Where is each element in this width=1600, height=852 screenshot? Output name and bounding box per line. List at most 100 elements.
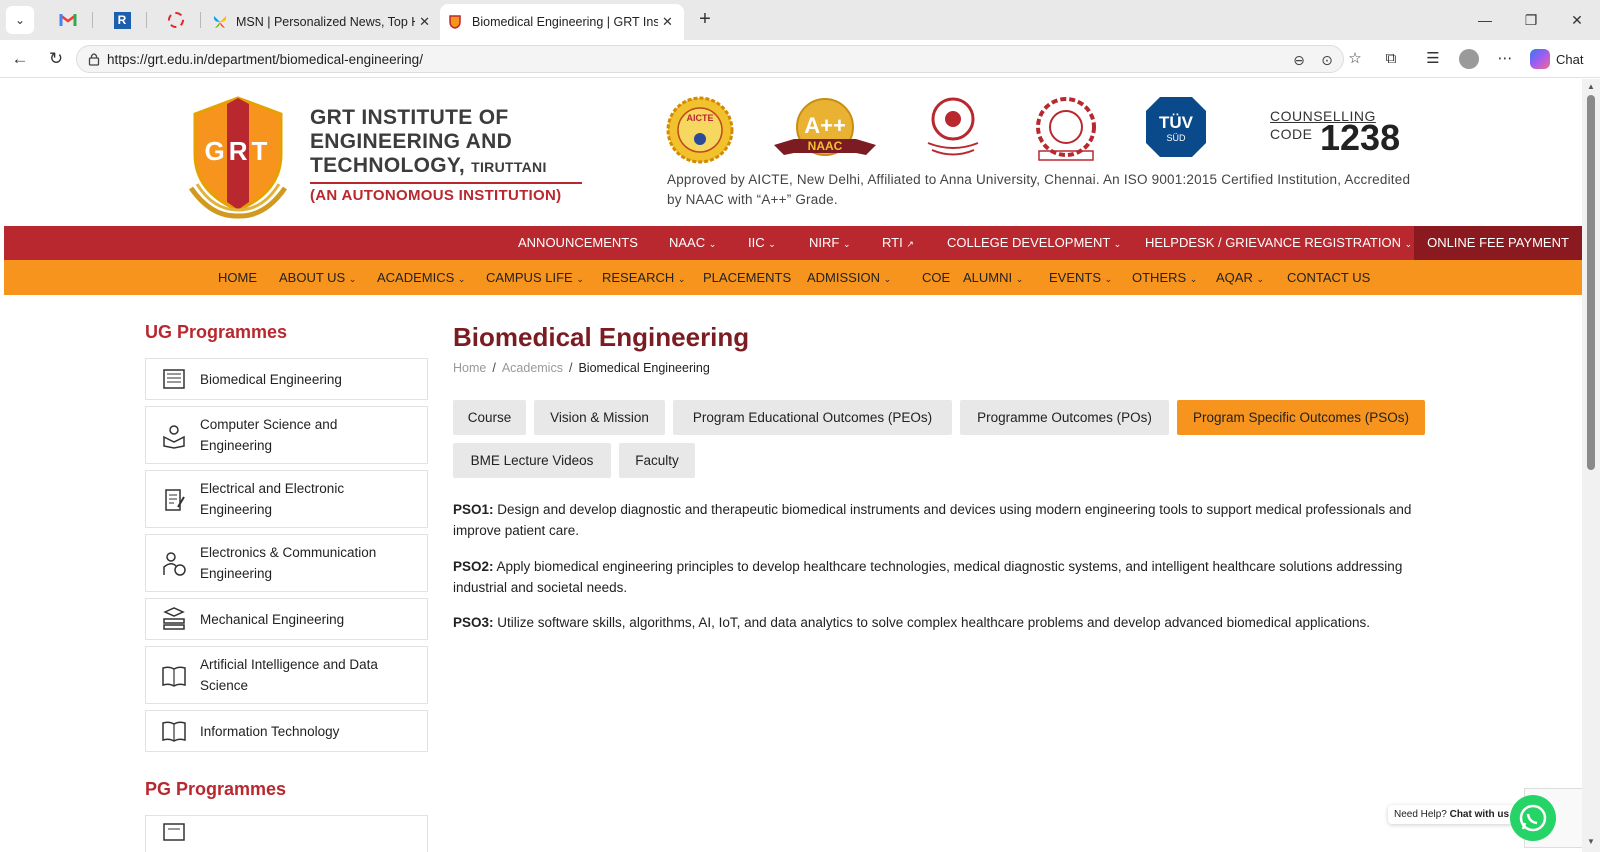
whatsapp-icon bbox=[1519, 804, 1547, 832]
chevron-down-icon: ⌄ bbox=[768, 239, 776, 249]
id-card-icon bbox=[163, 823, 185, 841]
grt-logo[interactable]: GRT bbox=[183, 92, 293, 220]
sidebar-item-pg-first[interactable] bbox=[145, 815, 428, 852]
grt-favicon-icon bbox=[448, 15, 462, 29]
sidebar-item-ai-ds[interactable]: Artificial Intelligence and Data Science bbox=[145, 646, 428, 704]
breadcrumb-academics[interactable]: Academics bbox=[502, 361, 563, 375]
opera-tab-icon[interactable] bbox=[164, 8, 188, 32]
external-link-icon: ↗ bbox=[906, 239, 914, 249]
nav-others[interactable]: OTHERS ⌄ bbox=[1132, 270, 1197, 285]
top-nav-bar: ANNOUNCEMENTS NAAC ⌄ IIC ⌄ NIRF ⌄ RTI ↗ … bbox=[4, 226, 1582, 260]
copilot-chat-button[interactable]: Chat bbox=[1530, 48, 1583, 70]
chevron-down-icon: ⌄ bbox=[1113, 239, 1122, 249]
favorites-list-icon[interactable]: ☰ bbox=[1422, 48, 1444, 70]
breadcrumb-home[interactable]: Home bbox=[453, 361, 486, 375]
books-stack-icon bbox=[163, 607, 185, 630]
tab-msn[interactable]: MSN | Personalized News, Top Hea ✕ bbox=[204, 4, 438, 40]
minimize-icon[interactable]: — bbox=[1473, 8, 1497, 32]
nav-nirf[interactable]: NIRF ⌄ bbox=[809, 235, 851, 250]
zoom-out-icon[interactable]: ⊖ bbox=[1289, 50, 1309, 70]
profile-avatar[interactable] bbox=[1459, 49, 1479, 69]
extensions-icon[interactable]: ⧉ bbox=[1380, 48, 1402, 70]
whatsapp-chat-button[interactable] bbox=[1510, 795, 1556, 841]
nav-alumni[interactable]: ALUMNI ⌄ bbox=[963, 270, 1023, 285]
window-close-icon[interactable]: ✕ bbox=[1565, 8, 1589, 32]
ug-programmes-heading: UG Programmes bbox=[145, 322, 288, 342]
tab-course[interactable]: Course bbox=[453, 400, 526, 435]
sidebar-item-ece[interactable]: Electronics & Communication Engineering bbox=[145, 534, 428, 592]
sidebar-item-it[interactable]: Information Technology bbox=[145, 710, 428, 752]
tab-peos[interactable]: Program Educational Outcomes (PEOs) bbox=[673, 400, 952, 435]
pso2-text: PSO2: Apply biomedical engineering princ… bbox=[453, 559, 1403, 595]
tab-vision-mission[interactable]: Vision & Mission bbox=[534, 400, 665, 435]
whatsapp-help-label[interactable]: Need Help? Chat with us bbox=[1388, 805, 1516, 824]
reading-mode-icon[interactable]: ⊙ bbox=[1317, 50, 1337, 70]
address-bar-row: ← ↻ https://grt.edu.in/department/biomed… bbox=[0, 40, 1600, 78]
close-icon[interactable]: ✕ bbox=[662, 14, 673, 30]
address-bar[interactable]: https://grt.edu.in/department/biomedical… bbox=[76, 45, 1344, 73]
tuv-sud-logo: TÜV SÜD bbox=[1144, 95, 1208, 164]
chevron-down-icon: ⌄ bbox=[842, 239, 851, 249]
gmail-tab-icon[interactable] bbox=[56, 8, 80, 32]
msn-butterfly-icon bbox=[212, 14, 228, 30]
nav-about-us[interactable]: ABOUT US ⌄ bbox=[279, 270, 356, 285]
pg-programmes-heading: PG Programmes bbox=[145, 779, 287, 799]
counselling-code: 1238 bbox=[1320, 117, 1401, 158]
institution-subtitle: (AN AUTONOMOUS INSTITUTION) bbox=[310, 187, 562, 204]
sidebar-item-biomedical[interactable]: Biomedical Engineering bbox=[145, 358, 428, 400]
sidebar-item-cse[interactable]: Computer Science and Engineering bbox=[145, 406, 428, 464]
favorite-star-icon[interactable]: ☆ bbox=[1344, 48, 1366, 70]
tab-biomedical-engineering[interactable]: Biomedical Engineering | GRT Insti ✕ bbox=[440, 4, 684, 40]
pso3-text: PSO3: Utilize software skills, algorithm… bbox=[453, 615, 1370, 630]
nav-campus-life[interactable]: CAMPUS LIFE ⌄ bbox=[486, 270, 584, 285]
person-clock-icon bbox=[163, 552, 186, 576]
nav-helpdesk-grievance[interactable]: HELPDESK / GRIEVANCE REGISTRATION ⌄ bbox=[1145, 235, 1412, 250]
nav-announcements[interactable]: ANNOUNCEMENTS bbox=[518, 235, 638, 250]
nav-coe[interactable]: COE bbox=[922, 270, 950, 285]
tab-psos[interactable]: Program Specific Outcomes (PSOs) bbox=[1177, 400, 1425, 435]
chevron-down-icon: ⌄ bbox=[457, 274, 466, 284]
lock-icon bbox=[88, 53, 100, 66]
nav-academics[interactable]: ACADEMICS ⌄ bbox=[377, 270, 465, 285]
naac-logo: A++ NAAC bbox=[770, 95, 880, 170]
more-menu-icon[interactable]: ⋯ bbox=[1494, 48, 1516, 70]
nav-aqar[interactable]: AQAR ⌄ bbox=[1216, 270, 1264, 285]
online-fee-payment-button[interactable]: ONLINE FEE PAYMENT bbox=[1414, 226, 1582, 260]
open-book-icon bbox=[162, 666, 186, 687]
back-arrow-icon[interactable]: ← bbox=[8, 47, 32, 71]
nav-iic[interactable]: IIC ⌄ bbox=[748, 235, 776, 250]
page-scrollbar[interactable]: ▲ ▼ bbox=[1582, 79, 1600, 852]
chevron-down-icon: ⌄ bbox=[1015, 274, 1024, 284]
nav-rti[interactable]: RTI ↗ bbox=[882, 235, 914, 250]
url-text[interactable]: https://grt.edu.in/department/biomedical… bbox=[107, 52, 423, 67]
nav-naac[interactable]: NAAC ⌄ bbox=[669, 235, 716, 250]
close-icon[interactable]: ✕ bbox=[419, 14, 430, 30]
new-tab-plus-icon[interactable]: + bbox=[693, 8, 717, 32]
sidebar-item-mechanical[interactable]: Mechanical Engineering bbox=[145, 598, 428, 640]
tab-bme-lecture-videos[interactable]: BME Lecture Videos bbox=[453, 443, 611, 478]
tab-pos[interactable]: Programme Outcomes (POs) bbox=[960, 400, 1169, 435]
r-app-tab-icon[interactable]: R bbox=[110, 8, 134, 32]
logo-text: GRT bbox=[204, 136, 272, 166]
aicte-logo: AICTE bbox=[665, 95, 735, 170]
chevron-down-icon: ⌄ bbox=[348, 274, 357, 284]
sidebar-item-eee[interactable]: Electrical and Electronic Engineering bbox=[145, 470, 428, 528]
anna-university-logo bbox=[1031, 95, 1101, 170]
open-book-icon bbox=[162, 721, 186, 742]
reading-icon bbox=[163, 425, 185, 449]
refresh-icon[interactable]: ↻ bbox=[44, 47, 68, 71]
nav-placements[interactable]: PLACEMENTS bbox=[703, 270, 791, 285]
tab-title: Biomedical Engineering | GRT Insti bbox=[472, 15, 658, 29]
nav-college-development[interactable]: COLLEGE DEVELOPMENT ⌄ bbox=[947, 235, 1121, 250]
chevron-down-icon: ⌄ bbox=[576, 274, 584, 284]
pso1-text: PSO1: Design and develop diagnostic and … bbox=[453, 502, 1412, 538]
nav-admission[interactable]: ADMISSION ⌄ bbox=[807, 270, 891, 285]
nav-contact-us[interactable]: CONTACT US bbox=[1287, 270, 1370, 285]
tab-list-chevron-icon[interactable]: ⌄ bbox=[6, 6, 34, 34]
scrollbar-thumb[interactable] bbox=[1587, 95, 1595, 470]
restore-icon[interactable]: ❐ bbox=[1519, 8, 1543, 32]
nav-events[interactable]: EVENTS ⌄ bbox=[1049, 270, 1112, 285]
nav-home[interactable]: HOME bbox=[218, 270, 257, 285]
nav-research[interactable]: RESEARCH ⌄ bbox=[602, 270, 685, 285]
tab-faculty[interactable]: Faculty bbox=[619, 443, 695, 478]
